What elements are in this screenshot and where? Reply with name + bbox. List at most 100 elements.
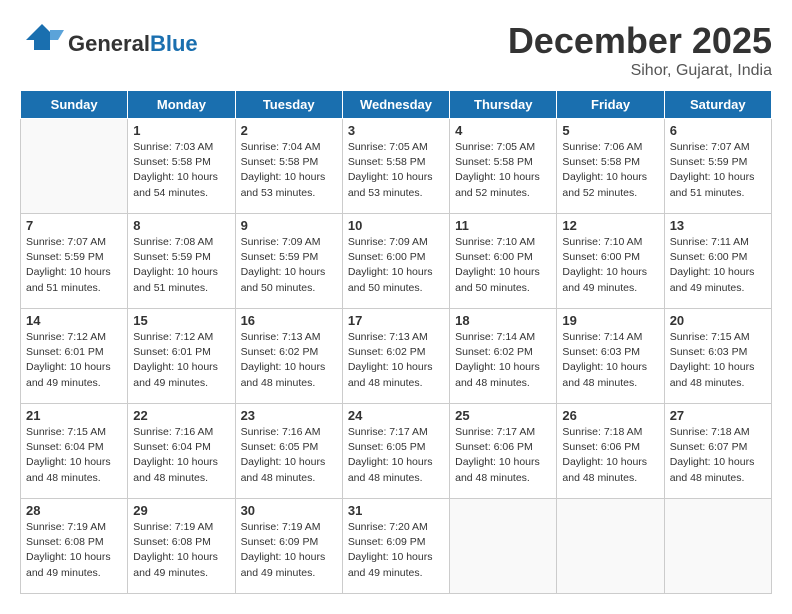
day-number: 25 <box>455 408 551 423</box>
calendar-cell: 25 Sunrise: 7:17 AMSunset: 6:06 PMDayligh… <box>450 404 557 499</box>
day-info: Sunrise: 7:16 AMSunset: 6:05 PMDaylight:… <box>241 425 337 486</box>
day-info: Sunrise: 7:09 AMSunset: 5:59 PMDaylight:… <box>241 235 337 296</box>
day-number: 28 <box>26 503 122 518</box>
calendar-cell <box>450 499 557 594</box>
day-info: Sunrise: 7:19 AMSunset: 6:09 PMDaylight:… <box>241 520 337 581</box>
calendar-cell: 2 Sunrise: 7:04 AMSunset: 5:58 PMDaylight… <box>235 119 342 214</box>
day-number: 14 <box>26 313 122 328</box>
calendar-cell: 14 Sunrise: 7:12 AMSunset: 6:01 PMDayligh… <box>21 309 128 404</box>
day-number: 1 <box>133 123 229 138</box>
page-header: GeneralBlue December 2025 Sihor, Gujarat… <box>20 20 772 80</box>
calendar-cell: 1 Sunrise: 7:03 AMSunset: 5:58 PMDaylight… <box>128 119 235 214</box>
calendar-cell: 5 Sunrise: 7:06 AMSunset: 5:58 PMDaylight… <box>557 119 664 214</box>
day-number: 4 <box>455 123 551 138</box>
day-info: Sunrise: 7:05 AMSunset: 5:58 PMDaylight:… <box>455 140 551 201</box>
day-number: 11 <box>455 218 551 233</box>
day-number: 9 <box>241 218 337 233</box>
day-number: 17 <box>348 313 444 328</box>
calendar-cell: 13Sunrise: 7:11 AMSunset: 6:00 PMDayligh… <box>664 214 771 309</box>
day-info: Sunrise: 7:07 AMSunset: 5:59 PMDaylight:… <box>670 140 766 201</box>
calendar-cell: 27Sunrise: 7:18 AMSunset: 6:07 PMDayligh… <box>664 404 771 499</box>
calendar-cell: 23 Sunrise: 7:16 AMSunset: 6:05 PMDayligh… <box>235 404 342 499</box>
week-row-5: 28 Sunrise: 7:19 AMSunset: 6:08 PMDayligh… <box>21 499 772 594</box>
calendar-cell: 7 Sunrise: 7:07 AMSunset: 5:59 PMDaylight… <box>21 214 128 309</box>
calendar-cell: 19 Sunrise: 7:14 AMSunset: 6:03 PMDayligh… <box>557 309 664 404</box>
calendar-cell <box>557 499 664 594</box>
day-number: 10 <box>348 218 444 233</box>
calendar-cell: 20 Sunrise: 7:15 AMSunset: 6:03 PMDayligh… <box>664 309 771 404</box>
col-wednesday: Wednesday <box>342 91 449 119</box>
day-info: Sunrise: 7:09 AMSunset: 6:00 PMDaylight:… <box>348 235 444 296</box>
calendar-cell <box>21 119 128 214</box>
day-info: Sunrise: 7:17 AMSunset: 6:05 PMDaylight:… <box>348 425 444 486</box>
day-info: Sunrise: 7:14 AMSunset: 6:03 PMDaylight:… <box>562 330 658 391</box>
calendar-cell: 11 Sunrise: 7:10 AMSunset: 6:00 PMDayligh… <box>450 214 557 309</box>
day-info: Sunrise: 7:07 AMSunset: 5:59 PMDaylight:… <box>26 235 122 296</box>
day-number: 22 <box>133 408 229 423</box>
day-number: 30 <box>241 503 337 518</box>
day-number: 2 <box>241 123 337 138</box>
day-info: Sunrise: 7:15 AMSunset: 6:04 PMDaylight:… <box>26 425 122 486</box>
calendar-cell: 29 Sunrise: 7:19 AMSunset: 6:08 PMDayligh… <box>128 499 235 594</box>
day-number: 3 <box>348 123 444 138</box>
calendar-cell: 10 Sunrise: 7:09 AMSunset: 6:00 PMDayligh… <box>342 214 449 309</box>
day-number: 19 <box>562 313 658 328</box>
day-number: 20 <box>670 313 766 328</box>
calendar-cell: 24 Sunrise: 7:17 AMSunset: 6:05 PMDayligh… <box>342 404 449 499</box>
day-info: Sunrise: 7:10 AMSunset: 6:00 PMDaylight:… <box>455 235 551 296</box>
day-info: Sunrise: 7:08 AMSunset: 5:59 PMDaylight:… <box>133 235 229 296</box>
day-number: 21 <box>26 408 122 423</box>
calendar-cell: 26 Sunrise: 7:18 AMSunset: 6:06 PMDayligh… <box>557 404 664 499</box>
calendar-cell: 16Sunrise: 7:13 AMSunset: 6:02 PMDayligh… <box>235 309 342 404</box>
day-info: Sunrise: 7:14 AMSunset: 6:02 PMDaylight:… <box>455 330 551 391</box>
calendar-cell: 12 Sunrise: 7:10 AMSunset: 6:00 PMDayligh… <box>557 214 664 309</box>
day-info: Sunrise: 7:17 AMSunset: 6:06 PMDaylight:… <box>455 425 551 486</box>
col-monday: Monday <box>128 91 235 119</box>
calendar-cell: 18Sunrise: 7:14 AMSunset: 6:02 PMDayligh… <box>450 309 557 404</box>
day-number: 6 <box>670 123 766 138</box>
day-number: 29 <box>133 503 229 518</box>
calendar-cell: 21 Sunrise: 7:15 AMSunset: 6:04 PMDayligh… <box>21 404 128 499</box>
col-tuesday: Tuesday <box>235 91 342 119</box>
day-info: Sunrise: 7:20 AMSunset: 6:09 PMDaylight:… <box>348 520 444 581</box>
day-info: Sunrise: 7:11 AMSunset: 6:00 PMDaylight:… <box>670 235 766 296</box>
calendar-header-row: Sunday Monday Tuesday Wednesday Thursday… <box>21 91 772 119</box>
calendar-cell: 6 Sunrise: 7:07 AMSunset: 5:59 PMDaylight… <box>664 119 771 214</box>
day-info: Sunrise: 7:18 AMSunset: 6:06 PMDaylight:… <box>562 425 658 486</box>
day-info: Sunrise: 7:06 AMSunset: 5:58 PMDaylight:… <box>562 140 658 201</box>
day-info: Sunrise: 7:04 AMSunset: 5:58 PMDaylight:… <box>241 140 337 201</box>
day-number: 8 <box>133 218 229 233</box>
col-sunday: Sunday <box>21 91 128 119</box>
title-block: December 2025 Sihor, Gujarat, India <box>508 20 772 80</box>
day-number: 12 <box>562 218 658 233</box>
day-info: Sunrise: 7:12 AMSunset: 6:01 PMDaylight:… <box>26 330 122 391</box>
day-info: Sunrise: 7:16 AMSunset: 6:04 PMDaylight:… <box>133 425 229 486</box>
calendar-cell: 17Sunrise: 7:13 AMSunset: 6:02 PMDayligh… <box>342 309 449 404</box>
day-number: 24 <box>348 408 444 423</box>
week-row-1: 1 Sunrise: 7:03 AMSunset: 5:58 PMDaylight… <box>21 119 772 214</box>
day-info: Sunrise: 7:10 AMSunset: 6:00 PMDaylight:… <box>562 235 658 296</box>
calendar-cell <box>664 499 771 594</box>
calendar-cell: 31Sunrise: 7:20 AMSunset: 6:09 PMDayligh… <box>342 499 449 594</box>
day-info: Sunrise: 7:19 AMSunset: 6:08 PMDaylight:… <box>133 520 229 581</box>
calendar-cell: 22 Sunrise: 7:16 AMSunset: 6:04 PMDayligh… <box>128 404 235 499</box>
location: Sihor, Gujarat, India <box>508 62 772 80</box>
day-number: 7 <box>26 218 122 233</box>
day-number: 26 <box>562 408 658 423</box>
day-number: 5 <box>562 123 658 138</box>
calendar-cell: 8 Sunrise: 7:08 AMSunset: 5:59 PMDaylight… <box>128 214 235 309</box>
calendar-cell: 4 Sunrise: 7:05 AMSunset: 5:58 PMDaylight… <box>450 119 557 214</box>
day-info: Sunrise: 7:15 AMSunset: 6:03 PMDaylight:… <box>670 330 766 391</box>
col-friday: Friday <box>557 91 664 119</box>
logo-text: GeneralBlue <box>68 32 198 56</box>
day-info: Sunrise: 7:03 AMSunset: 5:58 PMDaylight:… <box>133 140 229 201</box>
day-number: 15 <box>133 313 229 328</box>
calendar-cell: 30 Sunrise: 7:19 AMSunset: 6:09 PMDayligh… <box>235 499 342 594</box>
day-info: Sunrise: 7:18 AMSunset: 6:07 PMDaylight:… <box>670 425 766 486</box>
day-info: Sunrise: 7:05 AMSunset: 5:58 PMDaylight:… <box>348 140 444 201</box>
calendar-cell: 9 Sunrise: 7:09 AMSunset: 5:59 PMDaylight… <box>235 214 342 309</box>
logo: GeneralBlue <box>20 20 198 69</box>
day-number: 23 <box>241 408 337 423</box>
day-info: Sunrise: 7:13 AMSunset: 6:02 PMDaylight:… <box>241 330 337 391</box>
month-title: December 2025 <box>508 20 772 62</box>
